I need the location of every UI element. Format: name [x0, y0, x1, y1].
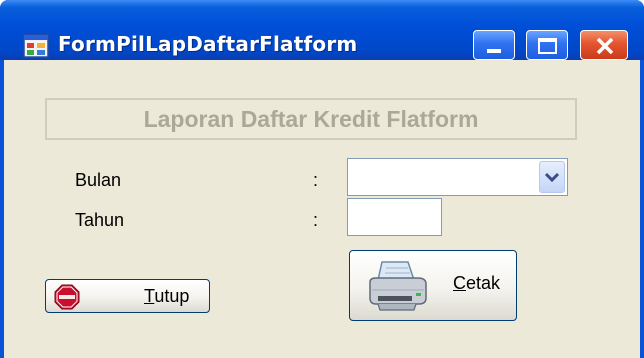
title-bar[interactable]: FormPilLapDaftarFlatform	[0, 0, 644, 60]
chevron-down-icon	[544, 172, 560, 183]
tahun-label: Tahun	[75, 210, 125, 230]
close-icon	[596, 37, 614, 55]
close-button[interactable]	[580, 30, 628, 60]
bulan-dropdown-button[interactable]	[539, 161, 565, 193]
window-title: FormPilLapDaftarFlatform	[58, 32, 358, 56]
cetak-label-rest: etak	[466, 273, 501, 293]
tutup-button-label: Tutup	[144, 286, 189, 307]
stop-sign-icon	[54, 284, 80, 310]
tahun-input[interactable]	[347, 198, 442, 236]
bulan-label: Bulan	[75, 170, 122, 190]
printer-icon	[369, 261, 427, 311]
cetak-button-label: Cetak	[453, 273, 500, 294]
app-icon	[23, 34, 49, 58]
form-client-area: Laporan Daftar Kredit Flatform Bulan : T…	[4, 60, 640, 358]
report-header-box: Laporan Daftar Kredit Flatform	[45, 98, 577, 140]
report-header: Laporan Daftar Kredit Flatform	[143, 105, 479, 132]
tahun-separator: :	[313, 210, 319, 230]
tutup-mnemonic: T	[144, 286, 155, 306]
maximize-icon	[538, 38, 557, 54]
tutup-label-rest: utup	[154, 286, 190, 306]
maximize-button[interactable]	[526, 30, 568, 60]
tutup-button[interactable]: Tutup	[45, 279, 210, 313]
bulan-combobox[interactable]	[347, 158, 568, 196]
bulan-separator: :	[313, 170, 319, 190]
cetak-mnemonic: C	[453, 273, 466, 293]
form-window: FormPilLapDaftarFlatform Laporan Daftar …	[0, 0, 644, 358]
minimize-icon	[487, 49, 501, 53]
cetak-button[interactable]: Cetak	[349, 250, 517, 321]
minimize-button[interactable]	[473, 30, 515, 60]
